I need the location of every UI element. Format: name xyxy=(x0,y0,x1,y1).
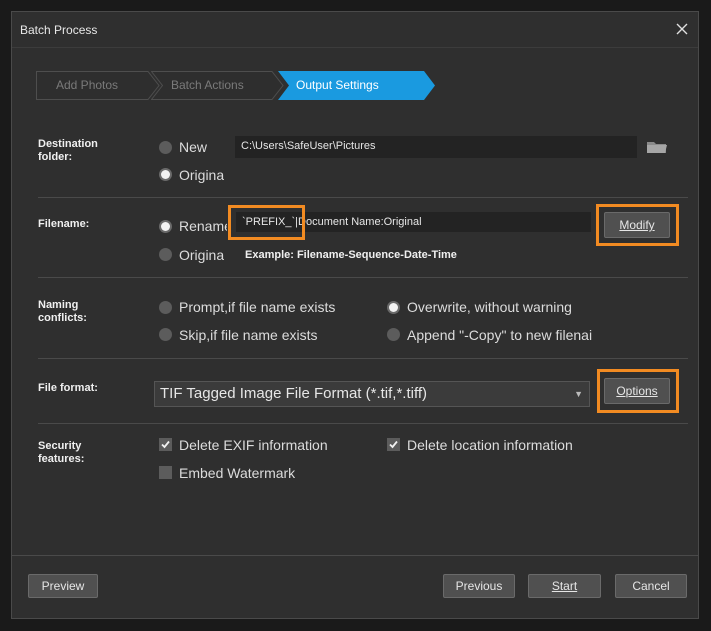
start-label: Start xyxy=(551,579,578,593)
filename-original-radio[interactable] xyxy=(159,248,172,261)
destination-new-radio[interactable] xyxy=(159,141,172,154)
start-button[interactable]: Start xyxy=(528,574,601,598)
conflict-overwrite-radio[interactable] xyxy=(387,301,400,314)
embed-watermark-checkbox[interactable] xyxy=(159,466,172,479)
conflict-append-radio[interactable] xyxy=(387,328,400,341)
label-line: Security xyxy=(38,440,82,452)
step-batch-actions[interactable]: Batch Actions xyxy=(151,71,287,100)
filename-rename-label: Rename xyxy=(179,218,227,234)
delete-exif-label: Delete EXIF information xyxy=(179,437,328,453)
delete-location-checkbox[interactable] xyxy=(387,438,400,451)
divider xyxy=(38,277,688,278)
filename-original-label: Origina xyxy=(179,247,224,263)
label-line: conflicts: xyxy=(38,312,87,324)
label-line: Destination xyxy=(38,138,98,150)
delete-location-label: Delete location information xyxy=(407,437,573,453)
destination-new-label: New xyxy=(179,139,208,155)
file-format-label: File format: xyxy=(38,382,98,394)
close-icon[interactable] xyxy=(672,19,692,39)
destination-path-field[interactable]: C:\Users\SafeUser\Pictures xyxy=(235,136,637,158)
step-add-photos[interactable]: Add Photos xyxy=(36,71,162,100)
previous-button[interactable]: Previous xyxy=(443,574,515,598)
file-format-value: TIF Tagged Image File Format (*.tif,*.ti… xyxy=(160,385,428,402)
label-line: folder: xyxy=(38,151,73,163)
file-format-select[interactable]: TIF Tagged Image File Format (*.tif,*.ti… xyxy=(154,381,590,407)
divider xyxy=(38,197,688,198)
step-output-settings[interactable]: Output Settings xyxy=(278,71,436,100)
divider xyxy=(38,423,688,424)
conflict-skip-radio[interactable] xyxy=(159,328,172,341)
modify-highlight xyxy=(596,204,679,246)
footer-divider xyxy=(12,555,698,556)
destination-original-label: Origina xyxy=(179,167,224,183)
delete-exif-checkbox[interactable] xyxy=(159,438,172,451)
cancel-button[interactable]: Cancel xyxy=(615,574,687,598)
step-label: Output Settings xyxy=(296,78,379,92)
conflict-append-label: Append "-Copy" to new filenai xyxy=(407,327,592,343)
divider xyxy=(38,358,688,359)
conflict-overwrite-label: Overwrite, without warning xyxy=(407,299,572,315)
batch-process-dialog: Batch Process Add Photos Batch Actions O… xyxy=(11,11,699,619)
embed-watermark-label: Embed Watermark xyxy=(179,465,296,481)
options-highlight xyxy=(597,369,679,413)
preview-button[interactable]: Preview xyxy=(28,574,98,598)
conflict-prompt-label: Prompt,if file name exists xyxy=(179,299,336,315)
dialog-title: Batch Process xyxy=(20,23,98,37)
label-line: features: xyxy=(38,453,85,465)
title-bar: Batch Process xyxy=(12,12,698,48)
filename-label: Filename: xyxy=(38,218,90,230)
folder-icon[interactable] xyxy=(646,139,668,160)
wizard-steps: Add Photos Batch Actions Output Settings xyxy=(36,71,466,100)
conflict-prompt-radio[interactable] xyxy=(159,301,172,314)
security-features-label: Security features: xyxy=(38,440,84,466)
destination-original-radio[interactable] xyxy=(159,168,172,181)
step-label: Add Photos xyxy=(56,78,119,92)
destination-folder-label: Destination folder: xyxy=(38,138,98,164)
step-label: Batch Actions xyxy=(171,78,244,92)
filename-example: Example: Filename-Sequence-Date-Time xyxy=(245,249,457,261)
conflict-skip-label: Skip,if file name exists xyxy=(179,327,318,343)
filename-rename-radio[interactable] xyxy=(159,220,172,233)
naming-conflicts-label: Naming conflicts: xyxy=(38,299,87,325)
label-line: Naming xyxy=(38,299,79,311)
prefix-highlight xyxy=(228,205,305,240)
dropdown-arrow-icon: ▼ xyxy=(574,389,583,399)
